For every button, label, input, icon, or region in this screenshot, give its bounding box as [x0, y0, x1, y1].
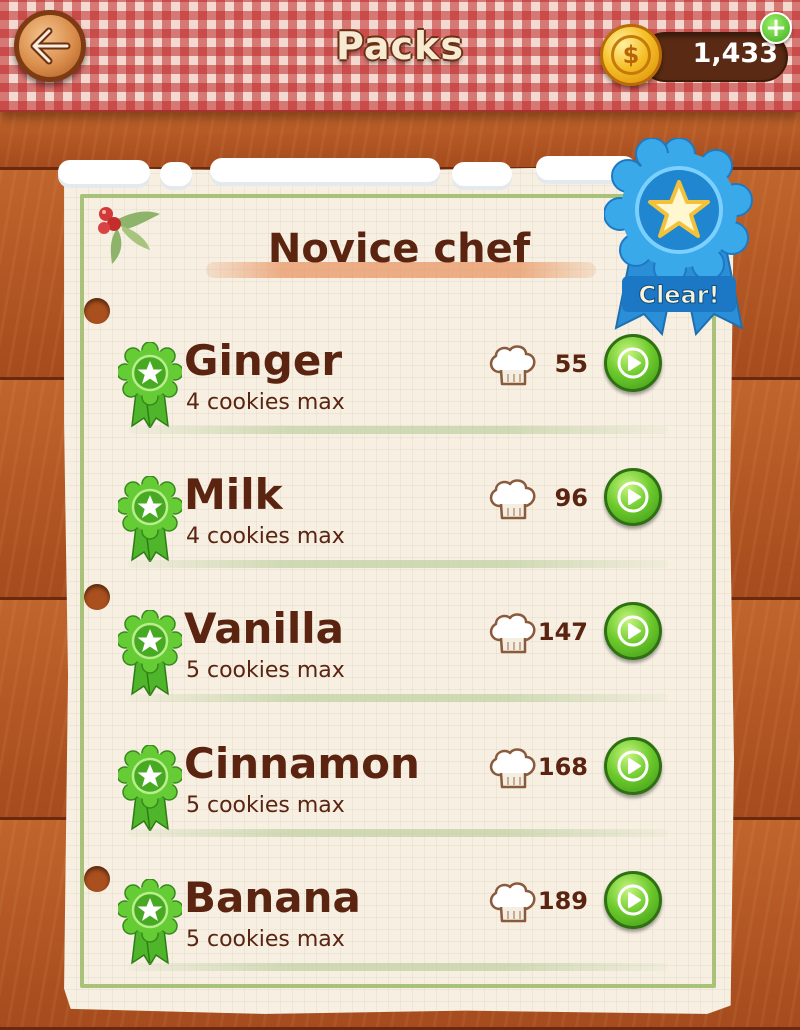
level-row-banana: Banana 5 cookies max 189: [110, 871, 680, 991]
play-icon: [617, 750, 649, 782]
level-subtitle: 5 cookies max: [186, 793, 345, 818]
level-row-cinnamon: Cinnamon 5 cookies max 168: [110, 737, 680, 857]
coin-balance-value: 1,433: [692, 38, 778, 69]
level-name: Vanilla: [184, 604, 344, 653]
chef-hat-icon: [489, 479, 536, 520]
play-icon: [617, 884, 649, 916]
play-button[interactable]: [604, 602, 662, 660]
binder-hole: [84, 866, 110, 892]
row-divider: [128, 829, 668, 837]
level-score: 189: [537, 887, 588, 915]
play-icon: [617, 615, 649, 647]
green-star-rosette-icon: [118, 342, 182, 428]
coin-symbol: $: [611, 35, 651, 75]
play-button[interactable]: [604, 334, 662, 392]
add-coins-button[interactable]: +: [760, 12, 792, 44]
green-star-rosette-icon: [118, 879, 182, 965]
play-button[interactable]: [604, 737, 662, 795]
level-row-milk: Milk 4 cookies max 96: [110, 468, 680, 588]
level-score: 147: [537, 618, 588, 646]
green-star-rosette-icon: [118, 610, 182, 696]
level-name: Banana: [184, 873, 361, 922]
level-name: Cinnamon: [184, 739, 420, 788]
level-score: 55: [554, 350, 588, 378]
green-star-rosette-icon: [118, 476, 182, 562]
binder-hole: [84, 298, 110, 324]
play-icon: [617, 347, 649, 379]
row-divider: [128, 426, 668, 434]
chef-hat-icon: [489, 748, 536, 789]
row-divider: [128, 560, 668, 568]
play-button[interactable]: [604, 871, 662, 929]
snow-decoration: [58, 160, 150, 184]
level-score: 96: [554, 484, 588, 512]
chef-hat-icon: [489, 613, 536, 654]
level-row-ginger: Ginger 4 cookies max 55: [110, 334, 680, 454]
level-subtitle: 5 cookies max: [186, 658, 345, 683]
level-subtitle: 5 cookies max: [186, 927, 345, 952]
snow-decoration: [210, 158, 440, 182]
level-score: 168: [537, 753, 588, 781]
chef-hat-icon: [489, 345, 536, 386]
gold-coin-icon: $: [600, 24, 662, 86]
snow-decoration: [452, 162, 512, 186]
chef-hat-icon: [489, 882, 536, 923]
blue-star-rosette-icon: Clear!: [604, 138, 753, 337]
play-icon: [617, 481, 649, 513]
clear-badge-label: Clear!: [638, 281, 719, 309]
level-subtitle: 4 cookies max: [186, 390, 345, 415]
level-name: Milk: [184, 470, 283, 519]
play-button[interactable]: [604, 468, 662, 526]
green-star-rosette-icon: [118, 745, 182, 831]
level-subtitle: 4 cookies max: [186, 524, 345, 549]
level-name: Ginger: [184, 336, 343, 385]
snow-decoration: [160, 162, 192, 186]
row-divider: [128, 694, 668, 702]
row-divider: [128, 963, 668, 971]
binder-hole: [84, 584, 110, 610]
level-row-vanilla: Vanilla 5 cookies max 147: [110, 602, 680, 722]
